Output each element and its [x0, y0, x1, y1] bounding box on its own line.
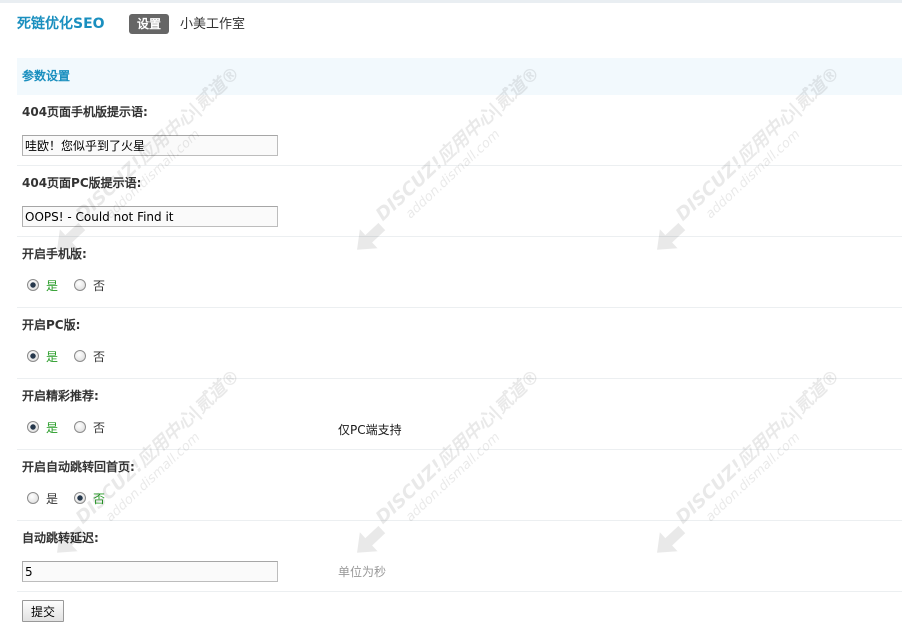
radio-yes[interactable] [27, 421, 39, 433]
radio-yes[interactable] [27, 350, 39, 362]
plugin-title: 死链优化SEO [17, 16, 105, 32]
setting-mobile-404-message: 404页面手机版提示语: [17, 95, 902, 166]
setting-enable-mobile: 开启手机版: 是 否 [17, 237, 902, 308]
setting-control [17, 200, 902, 236]
setting-control [17, 129, 902, 165]
plugin-settings-page: 死链优化SEO 设置 小美工作室 参数设置 404页面手机版提示语: 404页面… [0, 0, 902, 644]
radio-yes[interactable] [27, 279, 39, 291]
radio-no[interactable] [74, 492, 87, 504]
radio-label-no[interactable]: 否 [93, 348, 105, 365]
tab-settings[interactable]: 设置 [129, 14, 169, 34]
radio-label-yes[interactable]: 是 [46, 490, 58, 507]
radio-option-yes[interactable]: 是 [27, 490, 58, 506]
setting-label: 开启PC版: [22, 318, 81, 332]
radio-label-no[interactable]: 否 [93, 277, 105, 294]
setting-enable-pc: 开启PC版: 是 否 [17, 308, 902, 379]
setting-enable-recommend: 开启精彩推荐: 是 否 仅PC端支持 [17, 379, 902, 450]
setting-label: 开启手机版: [22, 247, 87, 261]
setting-label: 开启自动跳转回首页: [22, 460, 135, 474]
radio-option-yes[interactable]: 是 [27, 277, 58, 293]
setting-label: 404页面手机版提示语: [22, 105, 148, 119]
setting-control: 是 否 仅PC端支持 [17, 413, 902, 449]
radio-label-yes[interactable]: 是 [46, 348, 58, 365]
setting-label: 自动跳转延迟: [22, 531, 99, 545]
setting-control: 是 否 [17, 271, 902, 307]
radio-no[interactable] [74, 421, 87, 433]
setting-control: 是 否 [17, 342, 902, 378]
radio-option-no[interactable]: 否 [74, 490, 105, 506]
radio-group: 是 否 [27, 419, 121, 435]
setting-control: 是 否 [17, 484, 902, 520]
setting-label: 404页面PC版提示语: [22, 176, 142, 190]
section-header: 参数设置 [17, 58, 902, 95]
radio-label-no[interactable]: 否 [93, 490, 105, 507]
radio-option-no[interactable]: 否 [74, 277, 105, 293]
setting-redirect-delay: 自动跳转延迟: 单位为秒 [17, 521, 902, 592]
setting-label: 开启精彩推荐: [22, 389, 99, 403]
radio-label-no[interactable]: 否 [93, 419, 105, 436]
radio-option-no[interactable]: 否 [74, 348, 105, 364]
radio-label-yes[interactable]: 是 [46, 419, 58, 436]
setting-hint: 单位为秒 [338, 565, 387, 579]
radio-no[interactable] [74, 279, 87, 291]
radio-yes[interactable] [27, 492, 39, 504]
setting-pc-404-message: 404页面PC版提示语: [17, 166, 902, 237]
setting-hint: 仅PC端支持 [338, 423, 402, 437]
radio-group: 是 否 [27, 348, 121, 364]
pc-404-message-input[interactable] [22, 206, 278, 227]
settings-form: 参数设置 404页面手机版提示语: 404页面PC版提示语: 开启手机版: [17, 58, 902, 622]
setting-auto-redirect-home: 开启自动跳转回首页: 是 否 [17, 450, 902, 521]
radio-group: 是 否 [27, 490, 121, 506]
mobile-404-message-input[interactable] [22, 135, 278, 156]
radio-label-yes[interactable]: 是 [46, 277, 58, 294]
section-title: 参数设置 [22, 69, 71, 83]
radio-no[interactable] [74, 350, 87, 362]
top-border [0, 0, 902, 3]
radio-option-no[interactable]: 否 [74, 419, 105, 435]
submit-button[interactable]: 提交 [22, 600, 64, 622]
radio-group: 是 否 [27, 277, 121, 293]
setting-control: 单位为秒 [17, 555, 902, 591]
radio-option-yes[interactable]: 是 [27, 419, 58, 435]
author-name: 小美工作室 [180, 17, 246, 32]
radio-option-yes[interactable]: 是 [27, 348, 58, 364]
redirect-delay-input[interactable] [22, 561, 278, 582]
